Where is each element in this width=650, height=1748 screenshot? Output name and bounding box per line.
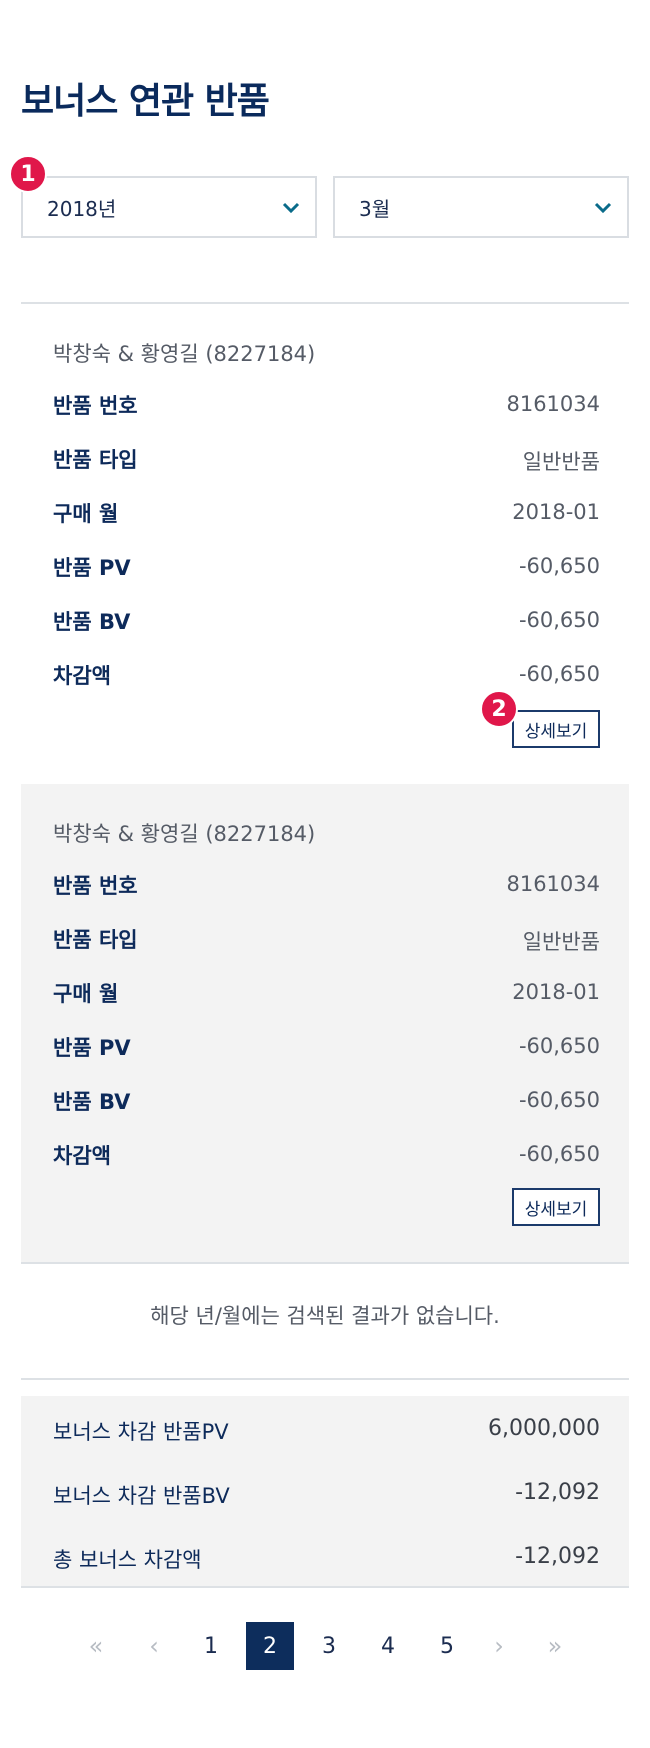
page-5-button[interactable]: 5 [423, 1622, 471, 1670]
summary-value-total: -12,092 [515, 1544, 600, 1569]
row-label-purchase-month: 구매 월 [53, 502, 119, 526]
divider [21, 1378, 629, 1380]
year-select[interactable]: 2018년 [21, 176, 317, 238]
row-value-return-bv: -60,650 [518, 1088, 600, 1112]
row-label-return-number: 반품 번호 [53, 394, 138, 418]
month-select-value: 3월 [359, 196, 391, 221]
row-value-return-type: 일반반품 [522, 450, 600, 474]
summary-value-pv: 6,000,000 [488, 1416, 600, 1441]
pagination: « ‹ 1 2 3 4 5 › » [0, 1622, 650, 1670]
row-label-return-pv: 반품 PV [53, 1036, 131, 1060]
row-label-return-pv: 반품 PV [53, 556, 131, 580]
row-label-purchase-month: 구매 월 [53, 982, 119, 1006]
row-value-deduction: -60,650 [518, 662, 600, 686]
detail-button[interactable]: 상세보기 [512, 1188, 600, 1226]
empty-result-message: 해당 년/월에는 검색된 결과가 없습니다. [150, 1304, 500, 1328]
row-label-return-bv: 반품 BV [53, 1090, 131, 1114]
row-value-purchase-month: 2018-01 [512, 500, 600, 524]
row-label-deduction: 차감액 [53, 1144, 111, 1168]
row-value-deduction: -60,650 [518, 1142, 600, 1166]
page-2-button[interactable]: 2 [246, 1622, 294, 1670]
year-select-value: 2018년 [47, 196, 117, 221]
row-value-return-type: 일반반품 [522, 930, 600, 954]
chevron-down-icon [594, 202, 612, 214]
row-value-return-number: 8161034 [506, 392, 600, 416]
detail-button[interactable]: 상세보기 [512, 710, 600, 748]
row-label-return-number: 반품 번호 [53, 874, 138, 898]
page-1-button[interactable]: 1 [187, 1622, 235, 1670]
record-user: 박창숙 & 황영길 (8227184) [53, 342, 316, 366]
month-select[interactable]: 3월 [333, 176, 629, 238]
row-label-return-bv: 반품 BV [53, 610, 131, 634]
row-label-deduction: 차감액 [53, 664, 111, 688]
row-value-return-number: 8161034 [506, 872, 600, 896]
row-value-return-bv: -60,650 [518, 608, 600, 632]
row-label-return-type: 반품 타입 [53, 928, 138, 952]
return-record-card: 박창숙 & 황영길 (8227184) 반품 번호 8161034 반품 타입 … [21, 304, 629, 784]
summary-label-pv: 보너스 차감 반품PV [53, 1420, 229, 1444]
summary-label-bv: 보너스 차감 반품BV [53, 1484, 230, 1508]
row-value-purchase-month: 2018-01 [512, 980, 600, 1004]
row-value-return-pv: -60,650 [518, 1034, 600, 1058]
summary-label-total: 총 보너스 차감액 [53, 1548, 202, 1572]
first-page-button[interactable]: « [72, 1622, 120, 1670]
chevron-down-icon [282, 202, 300, 214]
next-page-button[interactable]: › [475, 1622, 523, 1670]
row-value-return-pv: -60,650 [518, 554, 600, 578]
page-3-button[interactable]: 3 [305, 1622, 353, 1670]
step-badge-2: 2 [480, 690, 518, 728]
step-badge-1: 1 [9, 155, 47, 193]
prev-page-button[interactable]: ‹ [130, 1622, 178, 1670]
return-record-card: 박창숙 & 황영길 (8227184) 반품 번호 8161034 반품 타입 … [21, 784, 629, 1264]
page-4-button[interactable]: 4 [364, 1622, 412, 1670]
page-title: 보너스 연관 반품 [21, 81, 270, 122]
row-label-return-type: 반품 타입 [53, 448, 138, 472]
record-user: 박창숙 & 황영길 (8227184) [53, 822, 316, 846]
summary-value-bv: -12,092 [515, 1480, 600, 1505]
bonus-summary: 보너스 차감 반품PV 6,000,000 보너스 차감 반품BV -12,09… [21, 1396, 629, 1588]
last-page-button[interactable]: » [531, 1622, 579, 1670]
